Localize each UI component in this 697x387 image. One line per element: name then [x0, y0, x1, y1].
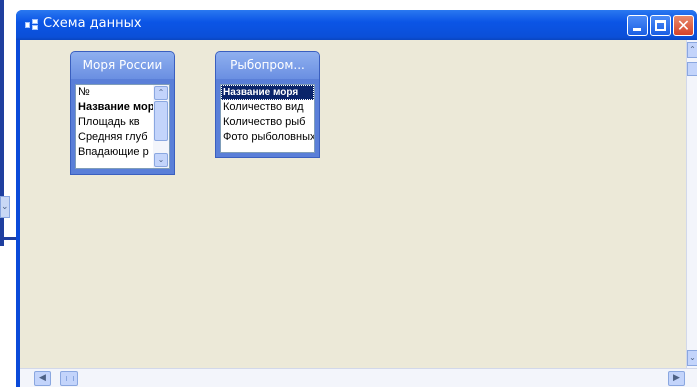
table-title[interactable]: Моря России	[71, 52, 174, 79]
relationships-icon	[25, 19, 39, 31]
field-item[interactable]: Количество вид	[221, 100, 314, 115]
scroll-up-button[interactable]: ⌃	[154, 86, 168, 100]
scroll-thumb[interactable]	[687, 62, 697, 76]
vertical-scrollbar[interactable]: ⌃ ⌄	[686, 40, 697, 368]
close-icon: ✕	[676, 16, 691, 35]
field-item-selected[interactable]: Название моря	[221, 85, 314, 100]
chevron-down-icon: ⌄	[1, 202, 9, 212]
minimize-button[interactable]	[627, 15, 648, 36]
maximize-icon	[655, 20, 666, 31]
table-title[interactable]: Рыбопром...	[216, 52, 319, 79]
scroll-thumb[interactable]	[60, 371, 78, 386]
scroll-right-button[interactable]: ▶	[668, 371, 685, 386]
field-list[interactable]: Название моря Количество вид Количество …	[220, 84, 315, 153]
scroll-up-button[interactable]: ⌃	[687, 42, 697, 58]
scroll-left-button[interactable]: ◀	[34, 371, 51, 386]
relationships-canvas[interactable]: Моря России № Название моря Площадь кв С…	[20, 40, 686, 368]
close-button[interactable]: ✕	[673, 15, 694, 36]
window-title: Схема данных	[43, 16, 142, 31]
background-scrollbar[interactable]: ⌄	[0, 196, 10, 218]
scroll-thumb[interactable]	[154, 101, 168, 141]
table-fishing[interactable]: Рыбопром... Название моря Количество вид…	[215, 51, 320, 158]
field-item[interactable]: Фото рыболовных	[221, 130, 314, 145]
maximize-button[interactable]	[650, 15, 671, 36]
title-bar[interactable]: Схема данных ✕	[16, 10, 697, 40]
schema-window: Схема данных ✕ Моря России № Название мо…	[16, 10, 697, 387]
field-list[interactable]: № Название моря Площадь кв Средняя глуб …	[75, 84, 170, 169]
scroll-down-button[interactable]: ⌄	[687, 350, 697, 366]
field-list-scrollbar[interactable]: ⌃ ⌄	[153, 85, 169, 168]
horizontal-scrollbar[interactable]: ◀ ▶	[20, 368, 697, 387]
field-item[interactable]: Количество рыб	[221, 115, 314, 130]
scroll-down-button[interactable]: ⌄	[154, 153, 168, 167]
table-seas-of-russia[interactable]: Моря России № Название моря Площадь кв С…	[70, 51, 175, 175]
minimize-icon	[633, 28, 641, 31]
